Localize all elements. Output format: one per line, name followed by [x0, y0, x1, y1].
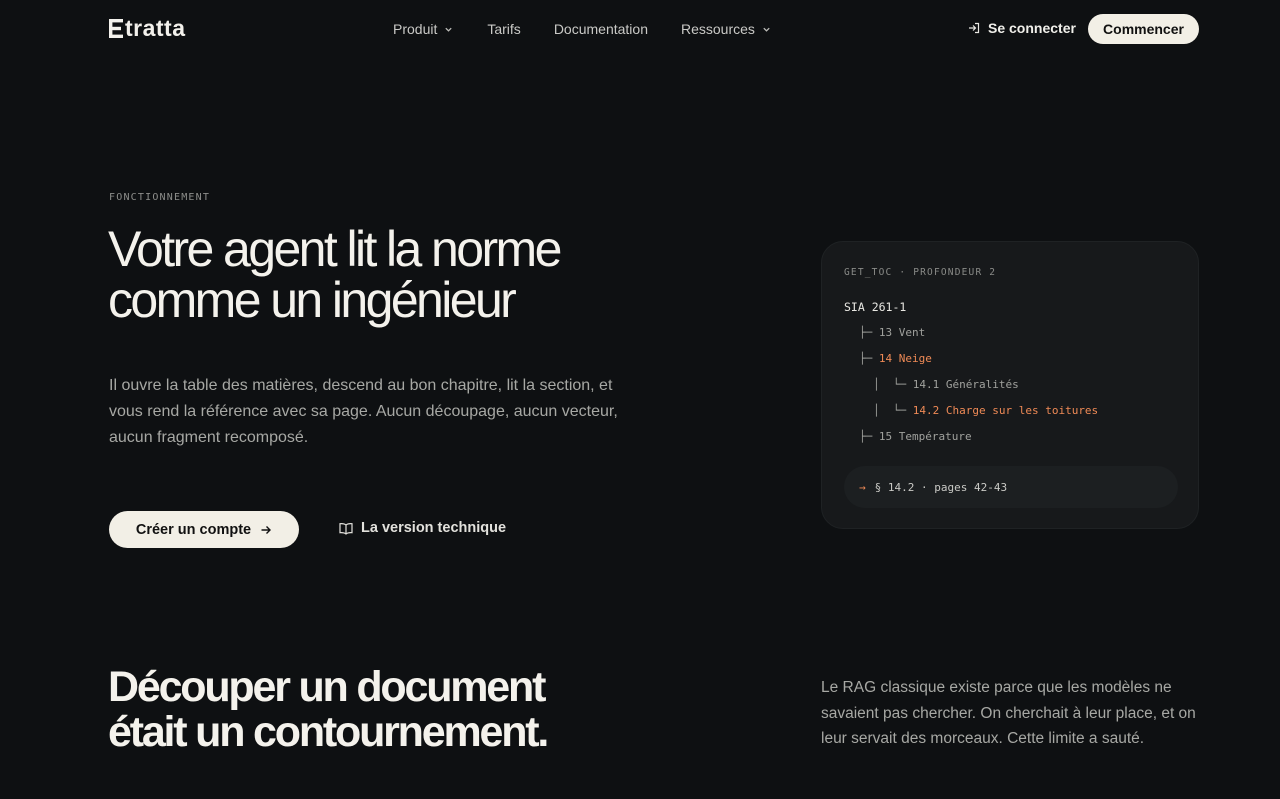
login-icon: [969, 22, 980, 34]
toc-card-header: GET_TOC · PROFONDEUR 2: [844, 267, 997, 278]
create-account-button[interactable]: Créer un compte: [109, 511, 299, 548]
toc-result: → § 14.2 · pages 42-43: [844, 466, 1178, 508]
technical-version-label: La version technique: [361, 520, 507, 536]
chevron-down-icon: [445, 27, 453, 32]
logo-mark-icon: [109, 18, 123, 38]
nav-item-label: Tarifs: [487, 21, 521, 37]
nav-item-label: Ressources: [680, 21, 755, 37]
nav-item-tarifs[interactable]: Tarifs: [487, 20, 520, 38]
book-icon: [339, 522, 353, 535]
nav-links: Produit Tarifs Documentation Ressources: [393, 20, 771, 38]
create-account-label: Créer un compte: [135, 521, 252, 538]
chevron-down-icon: [763, 27, 770, 32]
toc-card: GET_TOC · PROFONDEUR 2 SIA 261-1 ├─ 13 V…: [821, 241, 1199, 529]
top-nav: tratta Produit Tarifs Documentation Ress…: [0, 0, 1280, 58]
toc-item: │ └─ 14.1 Généralités: [873, 378, 1019, 391]
login-label: Se connecter: [988, 20, 1076, 36]
arrow-right-icon: [261, 525, 272, 534]
section-eyebrow: FONCTIONNEMENT: [109, 192, 211, 203]
arrow-right-icon: →: [859, 480, 866, 494]
brand-name: tratta: [125, 15, 186, 41]
login-link[interactable]: Se connecter: [968, 20, 1076, 36]
toc-root: SIA 261-1: [844, 300, 907, 314]
toc-item-active: │ └─ 14.2 Charge sur les toitures: [873, 404, 1099, 417]
nav-item-produit[interactable]: Produit: [393, 20, 453, 38]
technical-version-link[interactable]: La version technique: [339, 520, 506, 536]
hero-description: Il ouvre la table des matières, descend …: [109, 377, 618, 446]
start-button[interactable]: Commencer: [1088, 14, 1199, 44]
section-title-line: était un contournement.: [108, 708, 549, 756]
hero-title: Votre agent lit la norme comme un ingéni…: [108, 224, 668, 326]
nav-item-documentation[interactable]: Documentation: [554, 20, 648, 38]
toc-item-active: ├─ 14 Neige: [859, 352, 932, 365]
nav-item-label: Produit: [393, 21, 438, 37]
section-title-line: Découper un document: [108, 663, 546, 711]
section-title: Découper un document était un contournem…: [108, 663, 549, 756]
toc-item: ├─ 15 Température: [859, 430, 972, 443]
toc-result-label: § 14.2 · pages 42-43: [874, 480, 1008, 494]
brand-logo[interactable]: tratta: [109, 16, 186, 40]
hero-title-line: comme un ingénieur: [108, 272, 517, 328]
nav-item-ressources[interactable]: Ressources: [681, 20, 771, 38]
hero-title-line: Votre agent lit la norme: [108, 221, 562, 277]
section-description: Le RAG classique existe parce que les mo…: [821, 679, 1196, 747]
toc-item: ├─ 13 Vent: [859, 326, 926, 339]
nav-item-label: Documentation: [553, 21, 648, 37]
